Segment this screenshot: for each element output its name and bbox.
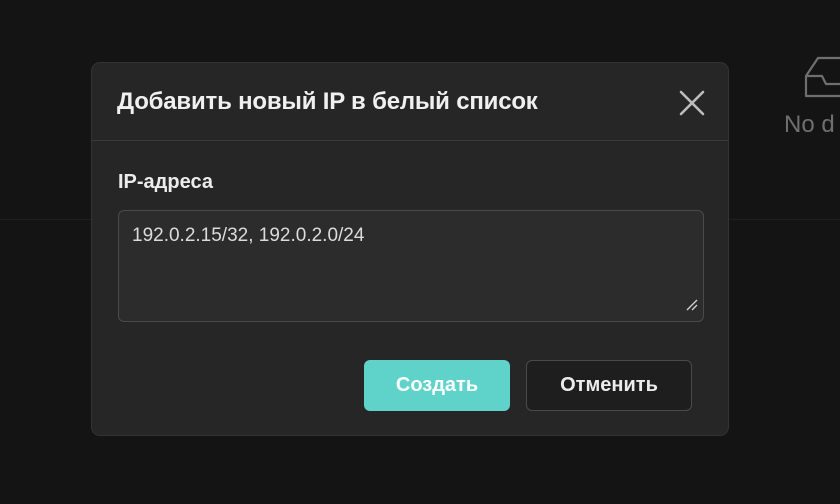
- ip-addresses-value[interactable]: 192.0.2.15/32, 192.0.2.0/24: [132, 225, 364, 247]
- cancel-button[interactable]: Отменить: [526, 360, 692, 411]
- ip-addresses-label: IP-адреса: [118, 171, 213, 193]
- inbox-icon: [804, 56, 840, 103]
- add-ip-whitelist-dialog: Добавить новый IP в белый список IP-адре…: [91, 62, 729, 436]
- close-icon[interactable]: [676, 87, 708, 119]
- dialog-title: Добавить новый IP в белый список: [117, 88, 538, 115]
- resize-handle-icon[interactable]: [686, 298, 698, 316]
- create-button[interactable]: Создать: [364, 360, 510, 411]
- ip-addresses-textarea[interactable]: 192.0.2.15/32, 192.0.2.0/24: [118, 210, 704, 322]
- empty-state-text: No d: [784, 111, 835, 138]
- dialog-header: Добавить новый IP в белый список: [92, 63, 728, 141]
